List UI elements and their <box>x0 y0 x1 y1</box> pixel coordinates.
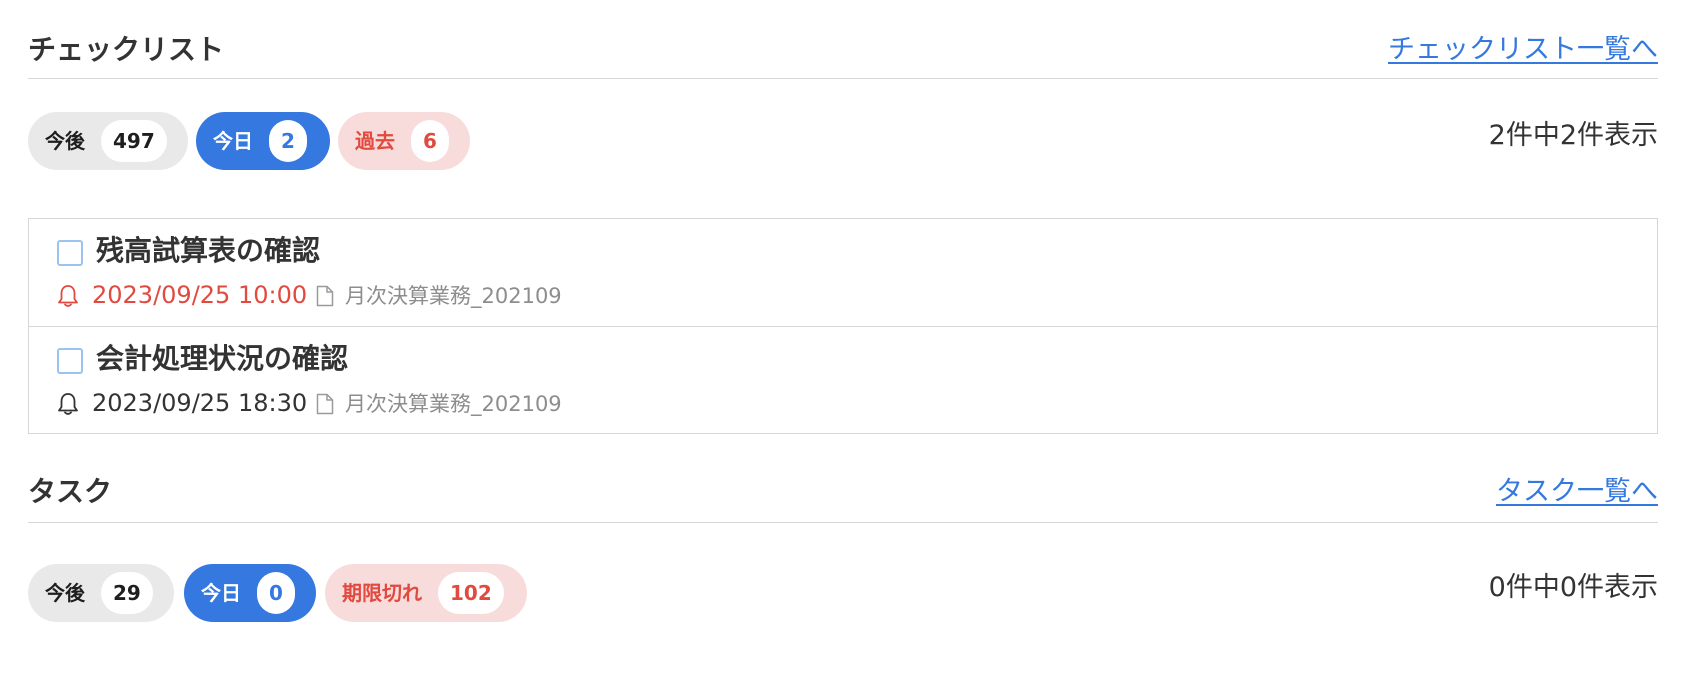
filter-count-badge: 29 <box>101 572 153 614</box>
bell-icon <box>58 285 78 307</box>
checklist-header: チェックリスト チェックリスト一覧へ <box>28 30 1658 79</box>
tasks-count-text: 0件中0件表示 <box>1488 572 1658 603</box>
filter-label: 今日 <box>213 129 253 153</box>
document-icon <box>316 393 334 415</box>
filter-count-badge: 497 <box>101 120 167 162</box>
checklist-filter-past[interactable]: 過去 6 <box>338 112 470 170</box>
item-workflow-name: 月次決算業務_202109 <box>345 284 562 308</box>
item-workflow-name: 月次決算業務_202109 <box>345 392 562 416</box>
list-item[interactable]: 会計処理状況の確認 2023/09/25 18:30 月次決算業務_202109 <box>29 326 1657 433</box>
tasks-filter-today[interactable]: 今日 0 <box>184 564 316 622</box>
tasks-header: タスク タスク一覧へ <box>28 470 1658 523</box>
filter-label: 期限切れ <box>342 581 422 605</box>
filter-count-badge: 2 <box>269 120 307 162</box>
checklist-filter-upcoming[interactable]: 今後 497 <box>28 112 188 170</box>
filter-count-badge: 6 <box>411 120 449 162</box>
checklist-count-text: 2件中2件表示 <box>1488 120 1658 151</box>
item-title[interactable]: 残高試算表の確認 <box>96 237 320 265</box>
filter-label: 今日 <box>201 581 241 605</box>
tasks-filter-upcoming[interactable]: 今後 29 <box>28 564 174 622</box>
checklist-section-title: チェックリスト <box>28 33 225 66</box>
filter-count-badge: 0 <box>257 572 295 614</box>
item-due-datetime: 2023/09/25 10:00 <box>92 281 308 309</box>
list-item[interactable]: 残高試算表の確認 2023/09/25 10:00 月次決算業務_202109 <box>29 219 1657 326</box>
item-checkbox[interactable] <box>57 240 83 266</box>
item-checkbox[interactable] <box>57 348 83 374</box>
filter-label: 今後 <box>45 129 85 153</box>
bell-icon <box>58 393 78 415</box>
document-icon <box>316 285 334 307</box>
filter-label: 過去 <box>355 129 395 153</box>
item-due-datetime: 2023/09/25 18:30 <box>92 389 308 417</box>
tasks-section-title: タスク <box>28 475 113 508</box>
filter-label: 今後 <box>45 581 85 605</box>
checklist-list-link[interactable]: チェックリスト一覧へ <box>1388 36 1658 63</box>
filter-count-badge: 102 <box>438 572 504 614</box>
item-title[interactable]: 会計処理状況の確認 <box>96 345 348 373</box>
checklist-filter-today[interactable]: 今日 2 <box>196 112 330 170</box>
dashboard-panel: チェックリスト チェックリスト一覧へ 今後 497 今日 2 過去 6 2件中2… <box>0 0 1686 694</box>
checklist-list: 残高試算表の確認 2023/09/25 10:00 月次決算業務_202109 … <box>28 218 1658 434</box>
tasks-list-link[interactable]: タスク一覧へ <box>1496 478 1658 505</box>
tasks-filter-overdue[interactable]: 期限切れ 102 <box>325 564 527 622</box>
